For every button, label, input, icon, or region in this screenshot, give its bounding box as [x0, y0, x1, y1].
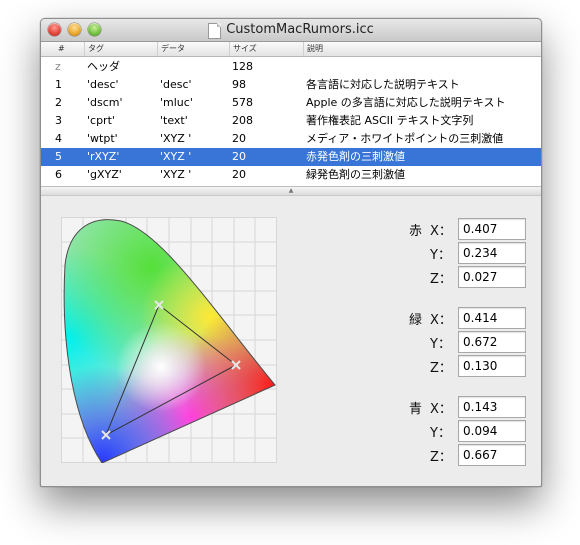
table-row[interactable]: 4 'wtpt' 'XYZ ' 20 メディア・ホワイトポイントの三刺激値: [41, 130, 541, 148]
row-data-type: [160, 58, 230, 76]
green-z-label: Z：: [430, 361, 452, 376]
blue-y-field[interactable]: [458, 420, 526, 442]
blue-x-label: X：: [430, 402, 452, 417]
green-x-field[interactable]: [458, 307, 526, 329]
row-description: 緑発色剤の三刺激値: [306, 168, 405, 181]
window-title: CustomMacRumors.icc: [226, 22, 374, 37]
row-tag: 'wtpt': [87, 132, 118, 145]
row-number: 1: [55, 78, 62, 91]
title-bar[interactable]: CustomMacRumors.icc: [41, 19, 541, 42]
row-size: 578: [232, 96, 253, 109]
row-number: 6: [55, 168, 62, 181]
row-description: 著作権表記 ASCII テキスト文字列: [306, 114, 474, 127]
blue-group-label: 青: [409, 402, 423, 417]
row-size: 128: [232, 60, 253, 73]
profile-window: CustomMacRumors.icc # タグ データ サイズ 説明 z ヘッ…: [40, 18, 542, 487]
row-tag: 'gXYZ': [87, 168, 122, 181]
row-description: [306, 58, 536, 76]
row-description: メディア・ホワイトポイントの三刺激値: [306, 132, 504, 145]
blue-z-field[interactable]: [458, 444, 526, 466]
column-header-description[interactable]: 説明: [303, 42, 539, 56]
window-title-group: CustomMacRumors.icc: [41, 22, 541, 39]
table-header: # タグ データ サイズ 説明: [41, 42, 541, 57]
column-header-tag[interactable]: タグ: [84, 42, 158, 56]
row-number: 4: [55, 132, 62, 145]
row-tag: 'dscm': [87, 96, 123, 109]
column-header-data[interactable]: データ: [157, 42, 231, 56]
row-tag: 'cprt': [87, 114, 115, 127]
row-data-type: 'XYZ ': [160, 150, 192, 163]
row-data-type: 'XYZ ': [160, 132, 192, 145]
red-x-field[interactable]: [458, 218, 526, 240]
green-x-label: X：: [430, 313, 452, 328]
row-number: 2: [55, 96, 62, 109]
green-z-field[interactable]: [458, 355, 526, 377]
row-number: 5: [55, 150, 62, 163]
red-z-label: Z：: [430, 272, 452, 287]
red-y-field[interactable]: [458, 242, 526, 264]
green-group-label: 緑: [409, 313, 423, 328]
row-tag: 'desc': [87, 78, 119, 91]
document-icon[interactable]: [208, 23, 222, 39]
row-size: 208: [232, 114, 253, 127]
red-y-label: Y：: [430, 248, 451, 263]
chromaticity-diagram: [61, 217, 277, 464]
table-row[interactable]: z ヘッダ 128: [41, 58, 541, 76]
chromaticity-diagram-svg: [61, 217, 277, 464]
row-tag: 'rXYZ': [87, 150, 120, 163]
row-tag: ヘッダ: [87, 60, 120, 73]
row-data-type: 'XYZ ': [160, 168, 192, 181]
green-y-field[interactable]: [458, 331, 526, 353]
row-data-type: 'mluc': [160, 96, 193, 109]
blue-x-field[interactable]: [458, 396, 526, 418]
blue-y-label: Y：: [430, 426, 451, 441]
row-number: 3: [55, 114, 62, 127]
blue-z-label: Z：: [430, 450, 452, 465]
row-number: z: [55, 60, 61, 73]
row-data-type: 'text': [160, 114, 188, 127]
row-size: 98: [232, 78, 246, 91]
green-y-label: Y：: [430, 337, 451, 352]
red-group-label: 赤: [409, 224, 423, 239]
row-description: 各言語に対応した説明テキスト: [306, 78, 460, 91]
tag-table[interactable]: # タグ データ サイズ 説明 z ヘッダ 128 1 'desc' 'desc…: [41, 42, 541, 186]
row-data-type: 'desc': [160, 78, 192, 91]
column-header-number[interactable]: #: [55, 42, 86, 56]
table-row[interactable]: 6 'gXYZ' 'XYZ ' 20 緑発色剤の三刺激値: [41, 166, 541, 184]
divider-grip-icon[interactable]: ▲: [288, 188, 294, 194]
table-row[interactable]: 3 'cprt' 'text' 208 著作権表記 ASCII テキスト文字列: [41, 112, 541, 130]
red-z-field[interactable]: [458, 266, 526, 288]
table-row[interactable]: 1 'desc' 'desc' 98 各言語に対応した説明テキスト: [41, 76, 541, 94]
split-view-divider[interactable]: ▲: [41, 186, 541, 196]
row-size: 20: [232, 132, 246, 145]
row-size: 20: [232, 150, 246, 163]
row-size: 20: [232, 168, 246, 181]
column-header-size[interactable]: サイズ: [229, 42, 303, 56]
row-description: Apple の多言語に対応した説明テキスト: [306, 96, 506, 109]
row-description: 赤発色剤の三刺激値: [306, 150, 405, 163]
red-x-label: X：: [430, 224, 452, 239]
table-row-selected[interactable]: 5 'rXYZ' 'XYZ ' 20 赤発色剤の三刺激値: [41, 148, 541, 166]
table-row[interactable]: 2 'dscm' 'mluc' 578 Apple の多言語に対応した説明テキス…: [41, 94, 541, 112]
